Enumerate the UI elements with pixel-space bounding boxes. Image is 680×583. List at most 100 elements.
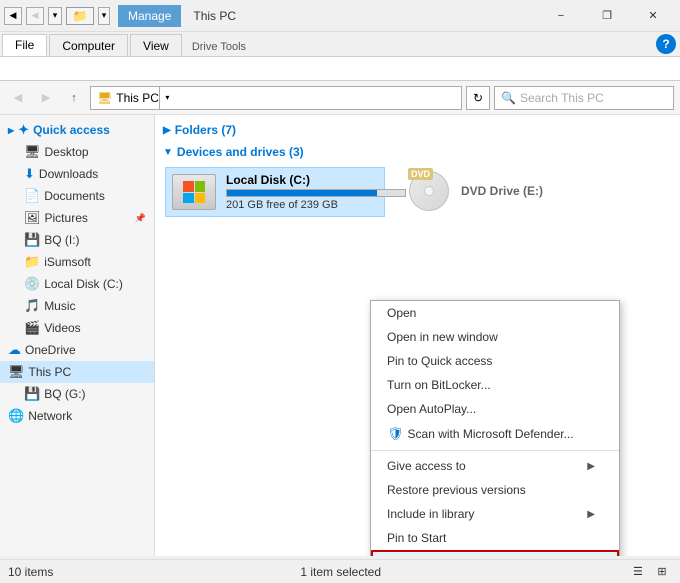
sidebar-label-quick-access: Quick access (33, 123, 110, 137)
dvd-drive-row: DVD DVD Drive (E:) (405, 171, 543, 211)
win-logo-q4 (195, 193, 206, 204)
address-box[interactable]: 🖥 This PC ▾ (90, 86, 462, 110)
devices-label: Devices and drives (3) (177, 145, 304, 159)
thispc-icon: 🖥 (8, 364, 25, 380)
quick-access-btn5[interactable]: ▾ (98, 7, 110, 25)
search-icon: 🔍 (501, 91, 516, 105)
sidebar-label-desktop: Desktop (45, 145, 89, 159)
cm-include-library[interactable]: Include in library ▶ (371, 502, 619, 526)
sidebar-label-music: Music (44, 299, 75, 313)
cm-give-access-to[interactable]: Give access to ▶ (371, 454, 619, 478)
network-icon: 🌐 (8, 408, 24, 424)
cm-open-new-window[interactable]: Open in new window (371, 325, 619, 349)
folders-label: Folders (7) (175, 123, 236, 137)
cm-restore-previous[interactable]: Restore previous versions (371, 478, 619, 502)
manage-tab-title[interactable]: Manage (118, 5, 181, 27)
tab-view[interactable]: View (130, 34, 182, 56)
sidebar-item-pictures[interactable]: 🖼 Pictures 📌 (0, 207, 154, 229)
status-items-count: 10 items (8, 565, 53, 579)
refresh-button[interactable]: ↻ (466, 86, 490, 110)
sidebar-item-desktop[interactable]: 🖥 Desktop (0, 141, 154, 163)
quick-access-btn2[interactable]: ◀ (26, 7, 44, 25)
quick-access-btn4[interactable]: 📁 (66, 7, 94, 25)
sidebar-item-isumsoft[interactable]: 📁 iSumsoft (0, 251, 154, 273)
win-logo-q1 (183, 181, 194, 192)
quick-access-btn3[interactable]: ▾ (48, 7, 62, 25)
sidebar-label-documents: Documents (44, 189, 105, 203)
hdd-shape (172, 174, 216, 210)
address-bar: ◀ ▶ ↑ 🖥 This PC ▾ ↻ 🔍 Search This PC (0, 81, 680, 115)
search-box[interactable]: 🔍 Search This PC (494, 86, 674, 110)
sidebar-item-network[interactable]: 🌐 Network (0, 405, 154, 427)
large-icons-view-button[interactable]: ⊞ (652, 562, 672, 582)
sidebar-item-local-disk-c[interactable]: 💿 Local Disk (C:) (0, 273, 154, 295)
context-menu: Open Open in new window Pin to Quick acc… (370, 300, 620, 556)
device-local-disk-c[interactable]: Local Disk (C:) 201 GB free of 239 GB (165, 167, 385, 217)
address-dropdown[interactable]: ▾ (159, 87, 175, 109)
devices-arrow: ▼ (163, 147, 173, 158)
sidebar-label-downloads: Downloads (39, 167, 98, 181)
videos-icon: 🎬 (24, 320, 40, 336)
this-pc-title: This PC (181, 5, 248, 27)
dvd-center-hole (424, 186, 434, 196)
sidebar-item-this-pc[interactable]: 🖥 This PC (0, 361, 154, 383)
dvd-label: DVD (408, 168, 433, 180)
ribbon-tabs: File Computer View Drive Tools ? (0, 32, 680, 56)
cm-pin-quick-access[interactable]: Pin to Quick access (371, 349, 619, 373)
sidebar: ▶ ✦ Quick access 🖥 Desktop ⬇ Downloads 📄… (0, 115, 155, 556)
drive-icon-bqi: 💾 (24, 232, 40, 248)
main-area: ▶ ✦ Quick access 🖥 Desktop ⬇ Downloads 📄… (0, 115, 680, 556)
device-local-disk-row: Local Disk (C:) 201 GB free of 239 GB (170, 172, 406, 212)
details-view-button[interactable]: ☰ (628, 562, 648, 582)
cm-pin-to-start[interactable]: Pin to Start (371, 526, 619, 550)
sidebar-item-bq-g[interactable]: 💾 BQ (G:) (0, 383, 154, 405)
sidebar-label-network: Network (28, 409, 72, 423)
sidebar-item-onedrive[interactable]: ☁ OneDrive (0, 339, 154, 361)
cm-scan-defender[interactable]: 🛡 Scan with Microsoft Defender... (371, 421, 619, 447)
desktop-icon: 🖥 (24, 144, 41, 160)
onedrive-icon: ☁ (8, 342, 21, 358)
content-area: ▶ Folders (7) ▼ Devices and drives (3) (155, 115, 680, 556)
ribbon-content-bar (0, 56, 680, 80)
downloads-icon: ⬇ (24, 166, 35, 182)
local-disk-info: Local Disk (C:) 201 GB free of 239 GB (226, 173, 406, 211)
tab-computer[interactable]: Computer (49, 34, 128, 56)
drive-icon-bqg: 💾 (24, 386, 40, 402)
cm-open-autoplay[interactable]: Open AutoPlay... (371, 397, 619, 421)
title-bar-left: ◀ ◀ ▾ 📁 ▾ (4, 7, 110, 25)
folders-header[interactable]: ▶ Folders (7) (163, 123, 672, 137)
forward-button[interactable]: ▶ (34, 86, 58, 110)
dvd-name: DVD Drive (E:) (461, 184, 543, 198)
cm-divider-1 (371, 450, 619, 451)
sidebar-item-downloads[interactable]: ⬇ Downloads (0, 163, 154, 185)
sidebar-label-isumsoft: iSumsoft (44, 255, 91, 269)
device-dvd-drive[interactable]: DVD DVD Drive (E:) (401, 167, 621, 217)
restore-button[interactable]: ❐ (584, 0, 630, 32)
minimize-button[interactable]: − (538, 0, 584, 32)
expand-arrow-quick: ▶ (8, 126, 14, 135)
sidebar-item-videos[interactable]: 🎬 Videos (0, 317, 154, 339)
close-button[interactable]: ✕ (630, 0, 676, 32)
sidebar-item-quick-access[interactable]: ▶ ✦ Quick access (0, 119, 154, 141)
sidebar-item-documents[interactable]: 📄 Documents (0, 185, 154, 207)
folder-icon-isumsoft: 📁 (24, 254, 40, 270)
view-controls: ☰ ⊞ (628, 562, 672, 582)
devices-header[interactable]: ▼ Devices and drives (3) (163, 145, 672, 159)
quick-access-btn1[interactable]: ◀ (4, 7, 22, 25)
help-button[interactable]: ? (656, 34, 676, 54)
sidebar-item-bq-i[interactable]: 💾 BQ (I:) (0, 229, 154, 251)
back-button[interactable]: ◀ (6, 86, 30, 110)
cm-format[interactable]: Format... (371, 550, 619, 556)
sidebar-label-bq-i: BQ (I:) (44, 233, 79, 247)
tab-file[interactable]: File (2, 34, 47, 56)
up-button[interactable]: ↑ (62, 86, 86, 110)
sidebar-label-videos: Videos (44, 321, 80, 335)
folders-arrow: ▶ (163, 125, 171, 136)
storage-progress-fill (227, 190, 377, 196)
drive-tools-label: Drive Tools (192, 41, 246, 56)
sidebar-item-music[interactable]: 🎵 Music (0, 295, 154, 317)
cm-turn-on-bitlocker[interactable]: Turn on BitLocker... (371, 373, 619, 397)
windows-logo (183, 181, 205, 203)
sidebar-label-pictures: Pictures (45, 211, 88, 225)
cm-open[interactable]: Open (371, 301, 619, 325)
